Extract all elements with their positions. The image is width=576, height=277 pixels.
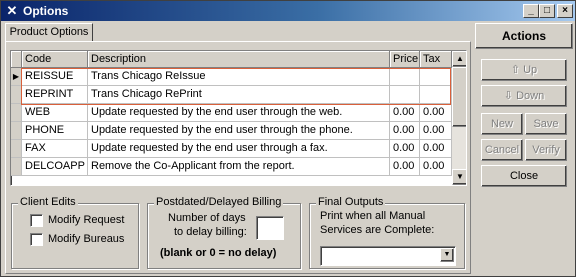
scroll-up-arrow-icon[interactable]: ▲ [452, 51, 466, 67]
row-indicator-icon [11, 86, 22, 104]
cell-code[interactable]: WEB [22, 104, 88, 122]
down-label: Down [516, 90, 545, 102]
x-app-icon: ✕ [6, 3, 18, 18]
scroll-down-arrow-icon[interactable]: ▼ [452, 169, 466, 185]
final-outputs-line1: Print when all Manual [320, 210, 426, 222]
cell-code[interactable]: DELCOAPP [22, 158, 88, 176]
maximize-button[interactable]: □ [539, 4, 555, 18]
row-indicator-icon: ▶ [11, 68, 22, 86]
cell-price[interactable]: 0.00 [390, 140, 420, 158]
cell-description[interactable]: Update requested by the end user through… [88, 122, 390, 140]
modify-request-checkbox[interactable] [30, 214, 43, 227]
final-outputs-legend: Final Outputs [316, 196, 386, 208]
client-edits-legend: Client Edits [18, 196, 78, 208]
close-button[interactable]: Close [481, 165, 567, 187]
down-button[interactable]: ⇩ Down [481, 85, 567, 107]
new-button[interactable]: New [481, 113, 523, 135]
actions-pane: Actions ⇧ Up ⇩ Down New Save Cancel Veri… [475, 23, 573, 274]
cell-price[interactable]: 0.00 [390, 104, 420, 122]
cell-tax[interactable] [420, 86, 452, 104]
cancel-button[interactable]: Cancel [481, 139, 523, 161]
up-button[interactable]: ⇧ Up [481, 59, 567, 81]
cell-code[interactable]: PHONE [22, 122, 88, 140]
cell-description[interactable]: Update requested by the end user through… [88, 140, 390, 158]
cell-tax[interactable]: 0.00 [420, 140, 452, 158]
tab-product-options[interactable]: Product Options [5, 23, 93, 42]
actions-header: Actions [475, 23, 573, 49]
cell-description[interactable]: Update requested by the end user through… [88, 104, 390, 122]
final-outputs-dropdown[interactable]: ▼ [320, 246, 456, 266]
row-indicator-icon [11, 104, 22, 122]
days-label-line1: Number of days [168, 212, 246, 224]
column-header-price[interactable]: Price [390, 51, 420, 68]
delay-days-input[interactable] [256, 216, 284, 240]
column-header-tax[interactable]: Tax [420, 51, 452, 68]
cell-price[interactable]: 0.00 [390, 122, 420, 140]
down-arrow-icon: ⇩ [503, 90, 517, 102]
cell-price[interactable] [390, 86, 420, 104]
minimize-button[interactable]: _ [523, 4, 539, 18]
chevron-down-icon[interactable]: ▼ [440, 248, 454, 262]
window-title: Options [23, 4, 69, 18]
modify-bureaus-label[interactable]: Modify Bureaus [48, 233, 124, 245]
cell-price[interactable] [390, 68, 420, 86]
table-row[interactable]: WEB Update requested by the end user thr… [11, 104, 452, 122]
cell-description[interactable]: Trans Chicago ReIssue [88, 68, 390, 86]
modify-bureaus-checkbox[interactable] [30, 233, 43, 246]
product-grid[interactable]: Code Description Price Tax ▶ REISSUE Tra… [10, 50, 467, 186]
table-row[interactable]: REPRINT Trans Chicago RePrint [11, 86, 452, 104]
days-label-line2: to delay billing: [174, 226, 247, 238]
close-window-button[interactable]: × [557, 4, 573, 18]
delayed-billing-legend: Postdated/Delayed Billing [154, 196, 284, 208]
row-indicator-icon [11, 122, 22, 140]
verify-button[interactable]: Verify [525, 139, 567, 161]
cell-code[interactable]: REISSUE [22, 68, 88, 86]
up-arrow-icon: ⇧ [510, 64, 524, 76]
grid-vertical-scrollbar[interactable]: ▲ ▼ [452, 51, 466, 185]
final-outputs-line2: Services are Complete: [320, 224, 435, 236]
save-button[interactable]: Save [525, 113, 567, 135]
cell-price[interactable]: 0.00 [390, 158, 420, 176]
modify-request-label[interactable]: Modify Request [48, 214, 124, 226]
row-indicator-header [11, 51, 22, 68]
cell-code[interactable]: REPRINT [22, 86, 88, 104]
cell-description[interactable]: Trans Chicago RePrint [88, 86, 390, 104]
row-indicator-icon [11, 140, 22, 158]
cell-tax[interactable]: 0.00 [420, 158, 452, 176]
table-row[interactable]: PHONE Update requested by the end user t… [11, 122, 452, 140]
table-row[interactable]: ▶ REISSUE Trans Chicago ReIssue [11, 68, 452, 86]
final-outputs-group: Final Outputs Print when all Manual Serv… [309, 196, 465, 269]
cell-code[interactable]: FAX [22, 140, 88, 158]
row-indicator-icon [11, 158, 22, 176]
table-row[interactable]: DELCOAPP Remove the Co-Applicant from th… [11, 158, 452, 176]
delay-note: (blank or 0 = no delay) [160, 247, 277, 259]
cell-tax[interactable]: 0.00 [420, 122, 452, 140]
cell-tax[interactable] [420, 68, 452, 86]
table-row[interactable]: FAX Update requested by the end user thr… [11, 140, 452, 158]
up-label: Up [523, 64, 538, 76]
column-header-code[interactable]: Code [22, 51, 88, 68]
title-bar[interactable]: ✕ Options _ □ × [1, 1, 575, 21]
delayed-billing-group: Postdated/Delayed Billing Number of days… [147, 196, 301, 269]
cell-description[interactable]: Remove the Co-Applicant from the report. [88, 158, 390, 176]
cell-tax[interactable]: 0.00 [420, 104, 452, 122]
options-window: ✕ Options _ □ × Product Options Code Des… [0, 0, 576, 277]
scroll-thumb[interactable] [452, 67, 466, 127]
client-edits-group: Client Edits Modify Request Modify Burea… [11, 196, 139, 269]
column-header-description[interactable]: Description [88, 51, 390, 68]
